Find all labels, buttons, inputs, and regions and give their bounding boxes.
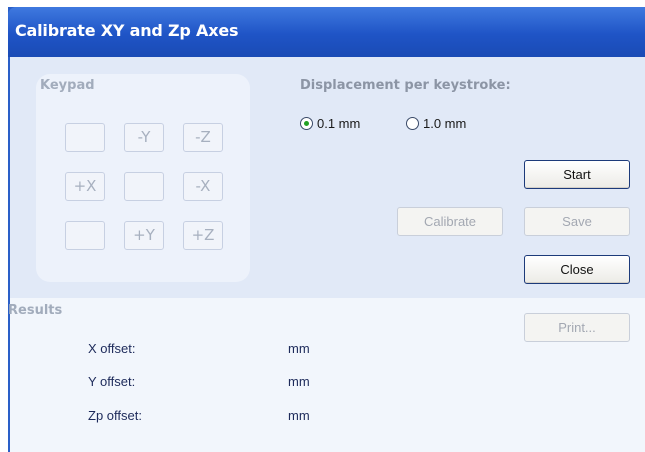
x-offset-label: X offset: <box>88 341 136 356</box>
save-button: Save <box>524 207 630 236</box>
calibrate-button: Calibrate <box>397 207 503 236</box>
keypad-plus-x-button: +X <box>65 172 105 201</box>
keypad-minus-y-button: -Y <box>124 123 164 152</box>
print-button: Print... <box>524 313 630 342</box>
window-title: Calibrate XY and Zp Axes <box>15 21 239 40</box>
dialog-body: Keypad -Y -Z +X -X +Y +Z Displacement pe… <box>8 57 645 452</box>
keypad-minus-x-button: -X <box>183 172 223 201</box>
y-offset-label: Y offset: <box>88 374 136 389</box>
displacement-label: Displacement per keystroke: <box>300 78 511 93</box>
zp-offset-unit: mm <box>288 408 310 423</box>
radio-dot-icon <box>304 120 309 126</box>
y-offset-unit: mm <box>288 374 310 389</box>
radio-selected-icon[interactable] <box>300 116 313 130</box>
keypad-blank-bottom-left <box>65 221 105 250</box>
title-bar[interactable]: Calibrate XY and Zp Axes <box>8 7 645 57</box>
keypad-blank-top-left <box>65 123 105 152</box>
x-offset-unit: mm <box>288 341 310 356</box>
dialog-window: Calibrate XY and Zp Axes Keypad -Y -Z +X… <box>8 7 645 452</box>
zp-offset-label: Zp offset: <box>88 408 142 423</box>
start-button[interactable]: Start <box>524 160 630 189</box>
displacement-option-0-1mm[interactable]: 0.1 mm <box>300 115 360 131</box>
displacement-option-1-0mm[interactable]: 1.0 mm <box>406 115 466 131</box>
keypad-label: Keypad <box>40 78 95 93</box>
results-label: Results <box>8 303 63 318</box>
keypad-minus-z-button: -Z <box>183 123 223 152</box>
radio-label: 1.0 mm <box>423 115 467 131</box>
keypad-blank-center <box>124 172 164 201</box>
keypad-plus-z-button: +Z <box>183 221 223 250</box>
keypad-plus-y-button: +Y <box>124 221 164 250</box>
radio-label: 0.1 mm <box>317 115 361 131</box>
close-button[interactable]: Close <box>524 255 630 284</box>
radio-unselected-icon[interactable] <box>406 116 419 130</box>
